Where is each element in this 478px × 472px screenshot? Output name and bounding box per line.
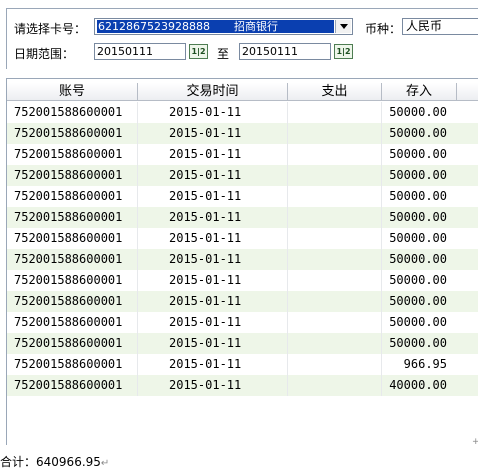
total-value: 640966.95 (36, 455, 101, 469)
calendar-to-icon[interactable]: 1|2 (334, 44, 353, 59)
cell-in: 40000.00 (389, 378, 447, 392)
calendar-from-icon[interactable]: 1|2 (189, 44, 208, 59)
return-mark-icon: ↵ (100, 458, 110, 469)
grid-header: 账号 交易时间 支出 存入 (7, 83, 478, 101)
column-header-filler (457, 83, 478, 101)
grid-rows: 752001588600001 2015-01-11 50000.00 7520015… (7, 102, 478, 396)
cell-out (288, 249, 382, 270)
date-range-label: 日期范围： (14, 47, 75, 61)
cell-time: 2015-01-11 (138, 312, 288, 333)
column-header-out[interactable]: 支出 (288, 83, 382, 101)
cell-in: 50000.00 (389, 294, 447, 308)
date-from-field[interactable]: 20150111 (94, 43, 186, 60)
cell-in: 50000.00 (389, 189, 447, 203)
cell-out (288, 354, 382, 375)
cell-time: 2015-01-11 (138, 249, 288, 270)
card-number: 6212867523928888 (98, 20, 210, 33)
to-label: 至 (217, 47, 230, 61)
summary-bar: 合计：640966.95↵ (0, 453, 109, 470)
plus-mark-icon: + (472, 437, 478, 447)
cell-account: 752001588600001 (7, 375, 138, 396)
table-row[interactable]: 752001588600001 2015-01-11 50000.00 (7, 165, 478, 186)
card-select-label: 请选择卡号： (14, 22, 87, 36)
cell-in: 50000.00 (389, 126, 447, 140)
column-header-in[interactable]: 存入 (382, 83, 457, 101)
column-header-time[interactable]: 交易时间 (138, 83, 288, 101)
column-header-account[interactable]: 账号 (7, 83, 138, 101)
cell-time: 2015-01-11 (138, 165, 288, 186)
table-row[interactable]: 752001588600001 2015-01-11 50000.00 (7, 291, 478, 312)
cell-account: 752001588600001 (7, 207, 138, 228)
cell-in: 50000.00 (389, 147, 447, 161)
card-select-value: 6212867523928888 招商银行 (97, 20, 334, 33)
cell-out (288, 165, 382, 186)
cell-time: 2015-01-11 (138, 102, 288, 123)
dropdown-arrow-icon[interactable] (335, 20, 351, 33)
cell-out (288, 333, 382, 354)
table-row[interactable]: 752001588600001 2015-01-11 50000.00 (7, 312, 478, 333)
cell-time: 2015-01-11 (138, 375, 288, 396)
cell-out (288, 123, 382, 144)
currency-label: 币种： (365, 22, 402, 36)
cell-account: 752001588600001 (7, 270, 138, 291)
cell-time: 2015-01-11 (138, 123, 288, 144)
cell-time: 2015-01-11 (138, 270, 288, 291)
table-row[interactable]: 752001588600001 2015-01-11 40000.00 (7, 375, 478, 396)
cell-account: 752001588600001 (7, 228, 138, 249)
table-row[interactable]: 752001588600001 2015-01-11 50000.00 (7, 207, 478, 228)
cell-in: 966.95 (403, 357, 447, 371)
cell-account: 752001588600001 (7, 249, 138, 270)
cell-account: 752001588600001 (7, 144, 138, 165)
cell-in: 50000.00 (389, 168, 447, 182)
cell-account: 752001588600001 (7, 291, 138, 312)
cell-time: 2015-01-11 (138, 186, 288, 207)
cell-time: 2015-01-11 (138, 228, 288, 249)
table-row[interactable]: 752001588600001 2015-01-11 50000.00 (7, 144, 478, 165)
cell-in: 50000.00 (389, 273, 447, 287)
cell-time: 2015-01-11 (138, 207, 288, 228)
cell-account: 752001588600001 (7, 165, 138, 186)
table-row[interactable]: 752001588600001 2015-01-11 50000.00 (7, 123, 478, 144)
filter-panel: 请选择卡号： 6212867523928888 招商银行 币种： 人民币 日期范围… (6, 8, 478, 69)
cell-in: 50000.00 (389, 210, 447, 224)
cell-time: 2015-01-11 (138, 354, 288, 375)
cell-out (288, 102, 382, 123)
cell-time: 2015-01-11 (138, 291, 288, 312)
cell-account: 752001588600001 (7, 312, 138, 333)
table-row[interactable]: 752001588600001 2015-01-11 50000.00 (7, 102, 478, 123)
cell-out (288, 186, 382, 207)
cell-out (288, 312, 382, 333)
cell-out (288, 375, 382, 396)
cell-out (288, 270, 382, 291)
card-bank-name: 招商银行 (233, 20, 278, 33)
cell-in: 50000.00 (389, 315, 447, 329)
cell-in: 50000.00 (389, 105, 447, 119)
table-row[interactable]: 752001588600001 2015-01-11 50000.00 (7, 228, 478, 249)
card-select-dropdown[interactable]: 6212867523928888 招商银行 (94, 18, 353, 35)
cell-account: 752001588600001 (7, 333, 138, 354)
cell-time: 2015-01-11 (138, 333, 288, 354)
table-row[interactable]: 752001588600001 2015-01-11 50000.00 (7, 333, 478, 354)
table-row[interactable]: 752001588600001 2015-01-11 50000.00 (7, 186, 478, 207)
cell-account: 752001588600001 (7, 123, 138, 144)
cell-in: 50000.00 (389, 336, 447, 350)
cell-account: 752001588600001 (7, 102, 138, 123)
cell-time: 2015-01-11 (138, 144, 288, 165)
cell-out (288, 144, 382, 165)
currency-field[interactable]: 人民币 (402, 18, 478, 35)
table-row[interactable]: 752001588600001 2015-01-11 966.95 (7, 354, 478, 375)
table-row[interactable]: 752001588600001 2015-01-11 50000.00 (7, 270, 478, 291)
transaction-grid[interactable]: 账号 交易时间 支出 存入 752001588600001 2015-01-11 5… (6, 78, 478, 445)
table-row[interactable]: 752001588600001 2015-01-11 50000.00 (7, 249, 478, 270)
cell-out (288, 228, 382, 249)
cell-account: 752001588600001 (7, 186, 138, 207)
cell-out (288, 207, 382, 228)
cell-account: 752001588600001 (7, 354, 138, 375)
cell-in: 50000.00 (389, 252, 447, 266)
date-to-field[interactable]: 20150111 (239, 43, 331, 60)
cell-out (288, 291, 382, 312)
cell-in: 50000.00 (389, 231, 447, 245)
total-label: 合计： (0, 455, 37, 469)
